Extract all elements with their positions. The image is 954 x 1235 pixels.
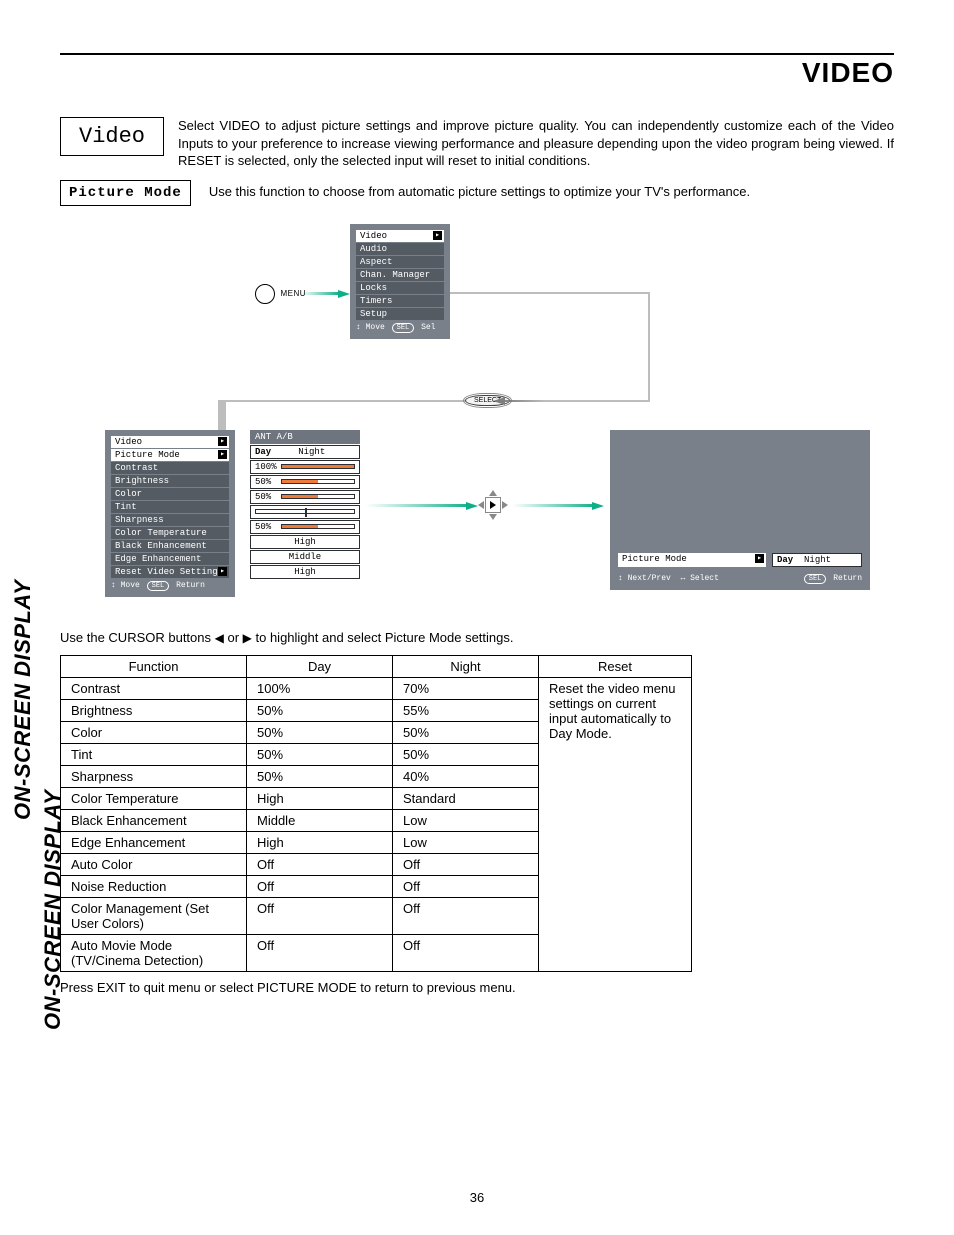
osd-diagram: MENU Video▸ Audio Aspect Chan. Manager L… [60, 214, 894, 614]
table-head-reset: Reset [539, 655, 692, 677]
picture-mode-osd: Picture Mode▸ Day Night ↕ Next/Prev ↔ Se… [610, 430, 870, 590]
video-osd-item: Brightness [111, 475, 229, 487]
video-osd-item: Reset Video Settings▸ [111, 566, 229, 578]
cursor-right-icon: ▶ [243, 631, 252, 645]
page-number: 36 [0, 1190, 954, 1205]
main-osd-item: Chan. Manager [356, 269, 444, 281]
arrow-head-4 [592, 502, 604, 510]
exit-instruction: Press EXIT to quit menu or select PICTUR… [60, 980, 894, 995]
main-osd-item: Audio [356, 243, 444, 255]
menu-circle-icon [255, 284, 275, 304]
arrow-shaft-2 [505, 400, 545, 402]
main-osd-item: Timers [356, 295, 444, 307]
flow-line [648, 292, 650, 402]
arrow-head-2 [493, 397, 505, 405]
arrow-head-1 [338, 290, 350, 298]
video-vals-bar: 100% [250, 460, 360, 474]
table-head-day: Day [247, 655, 393, 677]
video-osd-title: Video▸ [111, 436, 229, 448]
video-osd-item: Color [111, 488, 229, 500]
table-head-function: Function [61, 655, 247, 677]
video-vals-text: High [250, 565, 360, 579]
flow-line [450, 292, 650, 294]
video-vals-text: Middle [250, 550, 360, 564]
cursor-left-icon: ◀ [215, 631, 224, 645]
video-vals-tint [250, 505, 360, 519]
picture-mode-text: Use this function to choose from automat… [209, 180, 750, 199]
video-osd-menu: Video▸ Picture Mode▸ Contrast Brightness… [105, 430, 235, 597]
video-osd-values: ANT A/B Day Night 100% 50% 50% 50% High … [250, 430, 360, 581]
main-osd-item: Locks [356, 282, 444, 294]
page-header-title: VIDEO [60, 53, 894, 89]
video-osd-item: Edge Enhancement [111, 553, 229, 565]
table-head-night: Night [393, 655, 539, 677]
main-osd-item: Setup [356, 308, 444, 320]
table-row: Contrast100%70% Reset the video menu set… [61, 677, 692, 699]
arrow-shaft-3 [366, 504, 466, 507]
section-side-label: ON-SCREEN DISPLAY [10, 580, 36, 820]
video-vals-daynight: Day Night [250, 445, 360, 459]
table-reset-cell: Reset the video menu settings on current… [539, 677, 692, 971]
pm-osd-value: Day Night [772, 553, 862, 567]
menu-button-graphic: MENU [255, 284, 306, 304]
video-osd-item: Black Enhancement [111, 540, 229, 552]
video-vals-bar: 50% [250, 490, 360, 504]
main-osd-footer: ↕ Move SEL Sel [356, 321, 444, 333]
video-vals-bar: 50% [250, 475, 360, 489]
video-box-label: Video [60, 117, 164, 156]
main-osd-item-video: Video▸ [356, 230, 444, 242]
video-osd-footer: ↕ Move SEL Return [111, 579, 229, 591]
video-osd-item-picture-mode: Picture Mode▸ [111, 449, 229, 461]
video-vals-text: High [250, 535, 360, 549]
main-osd-item: Aspect [356, 256, 444, 268]
arrow-shaft-4 [512, 504, 592, 507]
picture-mode-settings-table: Function Day Night Reset Contrast100%70%… [60, 655, 692, 972]
flow-vline [218, 400, 226, 430]
video-osd-item: Sharpness [111, 514, 229, 526]
pm-osd-label: Picture Mode▸ [618, 553, 766, 567]
video-vals-bar: 50% [250, 520, 360, 534]
main-osd-menu: Video▸ Audio Aspect Chan. Manager Locks … [350, 224, 450, 339]
video-osd-item: Color Temperature [111, 527, 229, 539]
cursor-pad-icon [480, 492, 506, 518]
video-osd-item: Tint [111, 501, 229, 513]
picture-mode-label: Picture Mode [60, 180, 191, 206]
video-vals-header: ANT A/B [250, 430, 360, 444]
arrow-head-3 [466, 502, 478, 510]
arrow-shaft-1 [300, 292, 338, 295]
side-section-label: ON-SCREEN DISPLAY [40, 790, 66, 1030]
video-osd-item: Contrast [111, 462, 229, 474]
video-intro-text: Select VIDEO to adjust picture settings … [178, 117, 894, 170]
pm-osd-footer: ↕ Next/Prev ↔ Select SEL Return [618, 572, 862, 584]
cursor-instruction: Use the CURSOR buttons ◀ or ▶ to highlig… [60, 630, 894, 645]
flow-line [220, 400, 650, 402]
